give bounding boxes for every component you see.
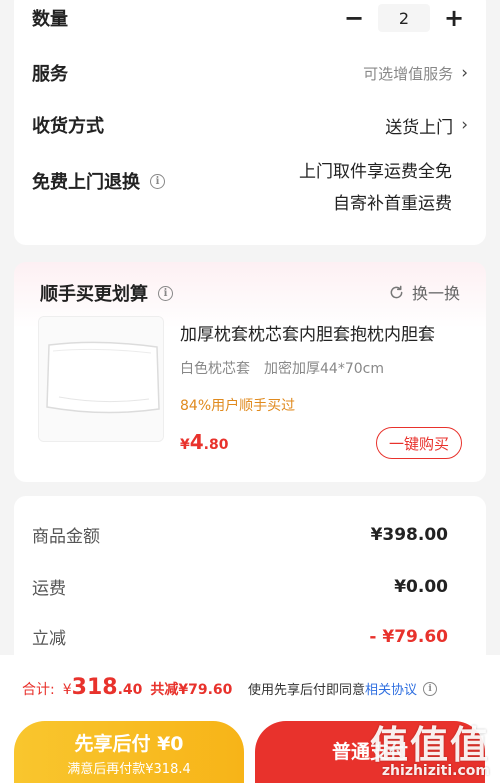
watermark-main: 值值值: [369, 723, 490, 767]
refresh-icon: [390, 285, 403, 298]
addon-card: 顺手买更划算 i 换一换 加厚枕套枕芯套内胆套抱枕内胆套 白色枕芯套 加密加厚44…: [14, 262, 486, 482]
agreement-link[interactable]: 相关协议: [365, 679, 417, 698]
product-spec: 白色枕芯套 加密加厚44*70cm: [180, 358, 384, 378]
price-decimal: .80: [203, 437, 229, 453]
fee-row-shipping: 运费 ¥0.00: [32, 574, 448, 600]
chevron-right-icon: ›: [461, 63, 468, 83]
delivery-value: 送货上门 ›: [385, 113, 468, 138]
fee-row-discount: 立减 - ¥79.60: [32, 624, 448, 650]
price-currency: ¥: [180, 437, 190, 453]
price-integer: 4: [189, 430, 204, 454]
addon-title: 顺手买更划算 i: [40, 280, 173, 306]
service-label: 服务: [32, 64, 68, 85]
chevron-right-icon: ›: [461, 115, 468, 135]
watermark-logo: 值值值 zhizhiziti.com: [370, 714, 490, 779]
quantity-stepper: − 2 +: [340, 4, 468, 32]
service-row[interactable]: 服务 可选增值服务 ›: [32, 60, 468, 86]
info-icon[interactable]: i: [423, 681, 438, 696]
service-value-text: 可选增值服务: [363, 64, 454, 83]
total-label: 合计:: [22, 682, 55, 698]
delivery-value-text: 送货上门: [385, 117, 454, 138]
agreement-text: 使用先享后付即同意 相关协议 i: [248, 679, 438, 698]
discount-label: 立减: [32, 629, 66, 649]
product-buyers: 84%用户顺手买过: [180, 398, 296, 414]
total-currency: ¥: [62, 682, 72, 698]
delivery-row[interactable]: 收货方式 送货上门 ›: [32, 112, 468, 138]
info-icon[interactable]: i: [150, 173, 165, 189]
quantity-row: 数量 − 2 +: [32, 4, 468, 32]
swap-button[interactable]: 换一换: [389, 280, 460, 304]
service-value: 可选增值服务 ›: [363, 63, 468, 84]
shipping-value: ¥0.00: [394, 576, 448, 597]
pillowcase-image: [39, 317, 163, 441]
fee-breakdown-card: 商品金额 ¥398.00 运费 ¥0.00 立减 - ¥79.60: [14, 496, 486, 666]
watermark-sub: zhizhiziti.com: [381, 763, 490, 779]
pay-later-button[interactable]: 先享后付 ¥0 满意后再付款¥318.4: [14, 721, 244, 783]
returns-line-2: 自寄补首重运费: [333, 194, 452, 214]
product-title[interactable]: 加厚枕套枕芯套内胆套抱枕内胆套: [180, 320, 460, 345]
product-image[interactable]: [38, 316, 164, 442]
order-options-card: 数量 − 2 + 服务 可选增值服务 › 收货方式 送货上门 › 免费上门退换 …: [14, 0, 486, 245]
total-saved: 共减¥79.60: [150, 682, 233, 698]
info-icon[interactable]: i: [158, 285, 173, 301]
goods-amount-value: ¥398.00: [370, 524, 448, 545]
pay-later-sublabel: 满意后再付款¥318.4: [67, 762, 191, 777]
product-price: ¥ 4 .80: [180, 430, 228, 454]
checkout-bar: 合计: ¥ 318 .40 共减¥79.60 使用先享后付即同意 相关协议 i …: [0, 655, 500, 783]
total-integer: 318: [71, 675, 118, 700]
total-decimal: .40: [117, 682, 143, 698]
delivery-label: 收货方式: [32, 116, 104, 137]
returns-label: 免费上门退换 i: [32, 168, 165, 194]
agreement-prefix: 使用先享后付即同意: [248, 683, 366, 698]
increase-button[interactable]: +: [440, 6, 468, 30]
product-spec-size: 加密加厚44*70cm: [264, 361, 384, 377]
returns-description: 上门取件享运费全免 自寄补首重运费: [299, 156, 452, 220]
one-click-buy-button[interactable]: 一键购买: [375, 427, 462, 459]
total-summary: 合计: ¥ 318 .40 共减¥79.60: [22, 675, 232, 700]
swap-label: 换一换: [411, 284, 460, 303]
quantity-label: 数量: [32, 9, 68, 30]
product-spec-color: 白色枕芯套: [180, 361, 250, 377]
returns-line-1: 上门取件享运费全免: [299, 162, 452, 182]
goods-amount-label: 商品金额: [32, 527, 100, 547]
returns-label-text: 免费上门退换: [32, 172, 140, 193]
decrease-button[interactable]: −: [340, 6, 368, 30]
quantity-input[interactable]: 2: [378, 4, 430, 32]
pay-later-label: 先享后付 ¥0: [74, 733, 184, 755]
shipping-label: 运费: [32, 579, 66, 599]
discount-value: - ¥79.60: [369, 626, 448, 647]
fee-row-goods: 商品金额 ¥398.00: [32, 522, 448, 548]
addon-title-text: 顺手买更划算: [40, 284, 148, 305]
